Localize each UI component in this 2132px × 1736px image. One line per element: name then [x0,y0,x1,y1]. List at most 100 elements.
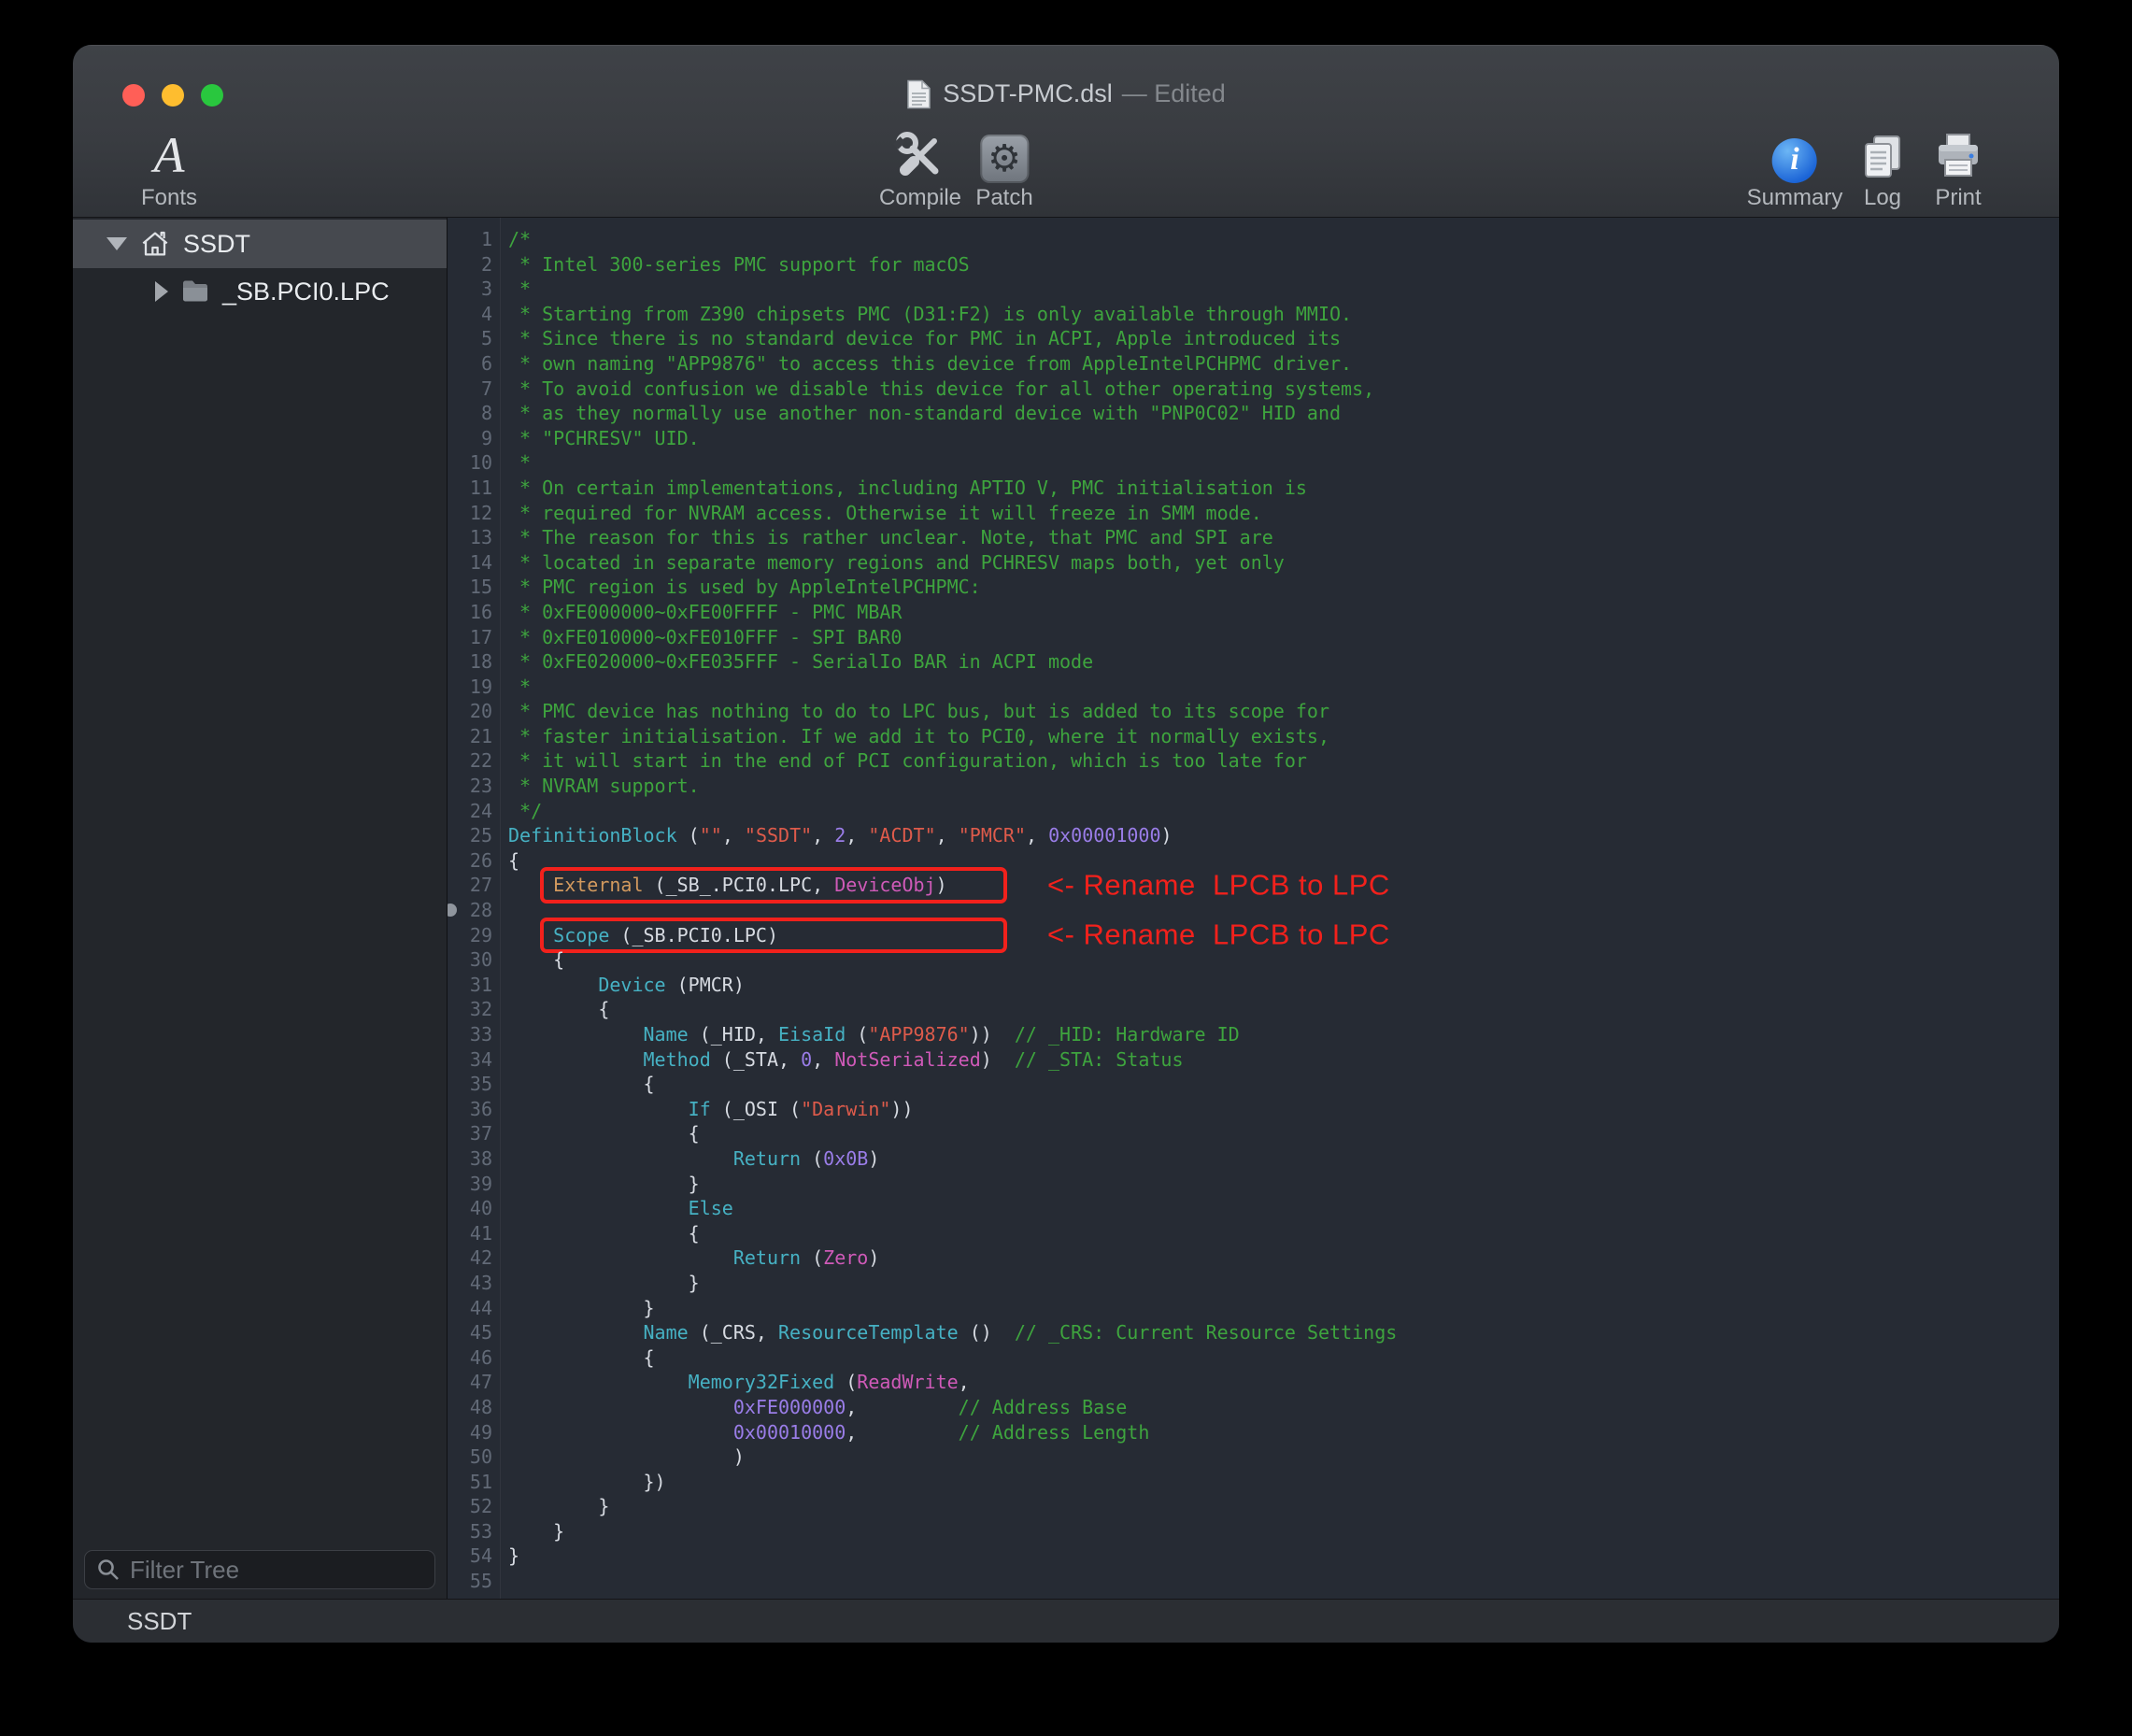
code-token: ) [936,874,947,896]
code-line-31[interactable]: Device (PMCR) [501,973,2059,998]
code-token [508,974,598,996]
code-line-4[interactable]: * Starting from Z390 chipsets PMC (D31:F… [501,302,2059,327]
code-line-9[interactable]: * "PCHRESV" UID. [501,426,2059,451]
code-token: // Address Length [959,1421,1150,1444]
code-line-14[interactable]: * located in separate memory regions and… [501,550,2059,576]
log-button[interactable]: Log [1857,121,1908,211]
code-line-47[interactable]: Memory32Fixed (ReadWrite, [501,1370,2059,1395]
code-line-54[interactable]: } [501,1544,2059,1569]
code-editor[interactable]: 1234567891011121314151617181920212223242… [448,218,2059,1599]
patch-button[interactable]: ⚙ Patch [975,121,1032,211]
code-line-8[interactable]: * as they normally use another non-stand… [501,401,2059,426]
summary-button[interactable]: i Summary [1747,121,1843,211]
code-line-40[interactable]: Else [501,1196,2059,1221]
code-line-51[interactable]: }) [501,1470,2059,1495]
code-token: } [508,1520,564,1543]
compile-button[interactable]: Compile [879,121,961,211]
code-token: * Since there is no standard device for … [508,327,1341,349]
line-number: 6 [448,351,492,377]
code-line-53[interactable]: } [501,1519,2059,1544]
code-line-15[interactable]: * PMC region is used by AppleIntelPCHPMC… [501,575,2059,600]
code-token: // _CRS: Current Resource Settings [1015,1321,1397,1344]
code-line-52[interactable]: } [501,1494,2059,1519]
line-number: 13 [448,525,492,550]
code-token: , [1026,824,1048,847]
code-line-42[interactable]: Return (Zero) [501,1245,2059,1271]
code-line-46[interactable]: { [501,1345,2059,1371]
code-token: (PMCR) [666,974,745,996]
disclosure-open-icon[interactable] [107,237,127,250]
code-line-41[interactable]: { [501,1221,2059,1246]
code-line-35[interactable]: { [501,1072,2059,1097]
code-line-43[interactable]: } [501,1271,2059,1296]
line-number: 5 [448,326,492,351]
line-number: 53 [448,1519,492,1544]
code-lines[interactable]: /* * Intel 300-series PMC support for ma… [501,218,2059,1599]
code-line-39[interactable]: } [501,1172,2059,1197]
code-line-27[interactable]: External (_SB_.PCI0.LPC, DeviceObj)<- Re… [501,873,2059,898]
code-line-23[interactable]: * NVRAM support. [501,774,2059,799]
code-line-2[interactable]: * Intel 300-series PMC support for macOS [501,252,2059,277]
code-line-17[interactable]: * 0xFE010000~0xFE010FFF - SPI BAR0 [501,625,2059,650]
code-token: ( [677,824,700,847]
code-token: * On certain implementations, including … [508,477,1307,499]
code-line-24[interactable]: */ [501,799,2059,824]
code-line-7[interactable]: * To avoid confusion we disable this dev… [501,377,2059,402]
line-number: 29 [448,923,492,948]
code-line-50[interactable]: ) [501,1444,2059,1470]
code-token: DeviceObj [834,874,935,896]
code-token: EisaId [778,1023,846,1046]
gear-icon: ⚙ [988,140,1021,178]
code-line-3[interactable]: * [501,277,2059,302]
code-line-30[interactable]: { [501,947,2059,973]
tree-item-sb-pci0-lpc[interactable]: _SB.PCI0.LPC [73,268,447,315]
code-line-44[interactable]: } [501,1296,2059,1321]
line-number: 45 [448,1320,492,1345]
line-number: 20 [448,699,492,724]
code-line-29[interactable]: Scope (_SB.PCI0.LPC)<- Rename LPCB to LP… [501,923,2059,948]
code-line-55[interactable] [501,1569,2059,1594]
code-token: { [508,849,519,872]
code-line-34[interactable]: Method (_STA, 0, NotSerialized) // _STA:… [501,1047,2059,1073]
code-token [508,1371,689,1393]
titlebar[interactable]: SSDT-PMC.dsl— Edited A Fonts Compile [73,45,2059,218]
code-line-6[interactable]: * own naming "APP9876" to access this de… [501,351,2059,377]
disclosure-closed-icon[interactable] [155,281,168,302]
code-token: NotSerialized [834,1048,981,1071]
code-token: (_STA, [711,1048,801,1071]
code-token [508,1023,644,1046]
filter-tree-input[interactable] [130,1556,423,1585]
code-line-16[interactable]: * 0xFE000000~0xFE00FFFF - PMC MBAR [501,600,2059,625]
code-line-25[interactable]: DefinitionBlock ("", "SSDT", 2, "ACDT", … [501,823,2059,848]
code-line-13[interactable]: * The reason for this is rather unclear.… [501,525,2059,550]
code-token: ( [834,1371,857,1393]
code-line-18[interactable]: * 0xFE020000~0xFE035FFF - SerialIo BAR i… [501,649,2059,675]
print-button[interactable]: Print [1932,121,1984,211]
code-line-36[interactable]: If (_OSI ("Darwin")) [501,1097,2059,1122]
code-line-19[interactable]: * [501,675,2059,700]
line-number: 42 [448,1245,492,1271]
status-text: SSDT [127,1607,192,1636]
code-line-20[interactable]: * PMC device has nothing to do to LPC bu… [501,699,2059,724]
code-line-11[interactable]: * On certain implementations, including … [501,476,2059,501]
code-line-33[interactable]: Name (_HID, EisaId ("APP9876")) // _HID:… [501,1022,2059,1047]
code-token: * located in separate memory regions and… [508,551,1285,574]
code-line-48[interactable]: 0xFE000000, // Address Base [501,1395,2059,1420]
code-line-21[interactable]: * faster initialisation. If we add it to… [501,724,2059,749]
code-line-45[interactable]: Name (_CRS, ResourceTemplate () // _CRS:… [501,1320,2059,1345]
tree-item-ssdt[interactable]: SSDT [73,220,447,268]
fonts-button[interactable]: A Fonts [141,121,197,211]
code-token [508,1197,689,1219]
code-line-5[interactable]: * Since there is no standard device for … [501,326,2059,351]
code-token: , [936,824,959,847]
code-line-49[interactable]: 0x00010000, // Address Length [501,1420,2059,1445]
code-line-1[interactable]: /* [501,227,2059,252]
filter-tree-field[interactable] [84,1550,435,1589]
code-line-22[interactable]: * it will start in the end of PCI config… [501,748,2059,774]
code-line-12[interactable]: * required for NVRAM access. Otherwise i… [501,501,2059,526]
code-token: // _HID: Hardware ID [1015,1023,1240,1046]
code-line-37[interactable]: { [501,1121,2059,1146]
code-line-38[interactable]: Return (0x0B) [501,1146,2059,1172]
code-line-10[interactable]: * [501,450,2059,476]
code-line-32[interactable]: { [501,997,2059,1022]
